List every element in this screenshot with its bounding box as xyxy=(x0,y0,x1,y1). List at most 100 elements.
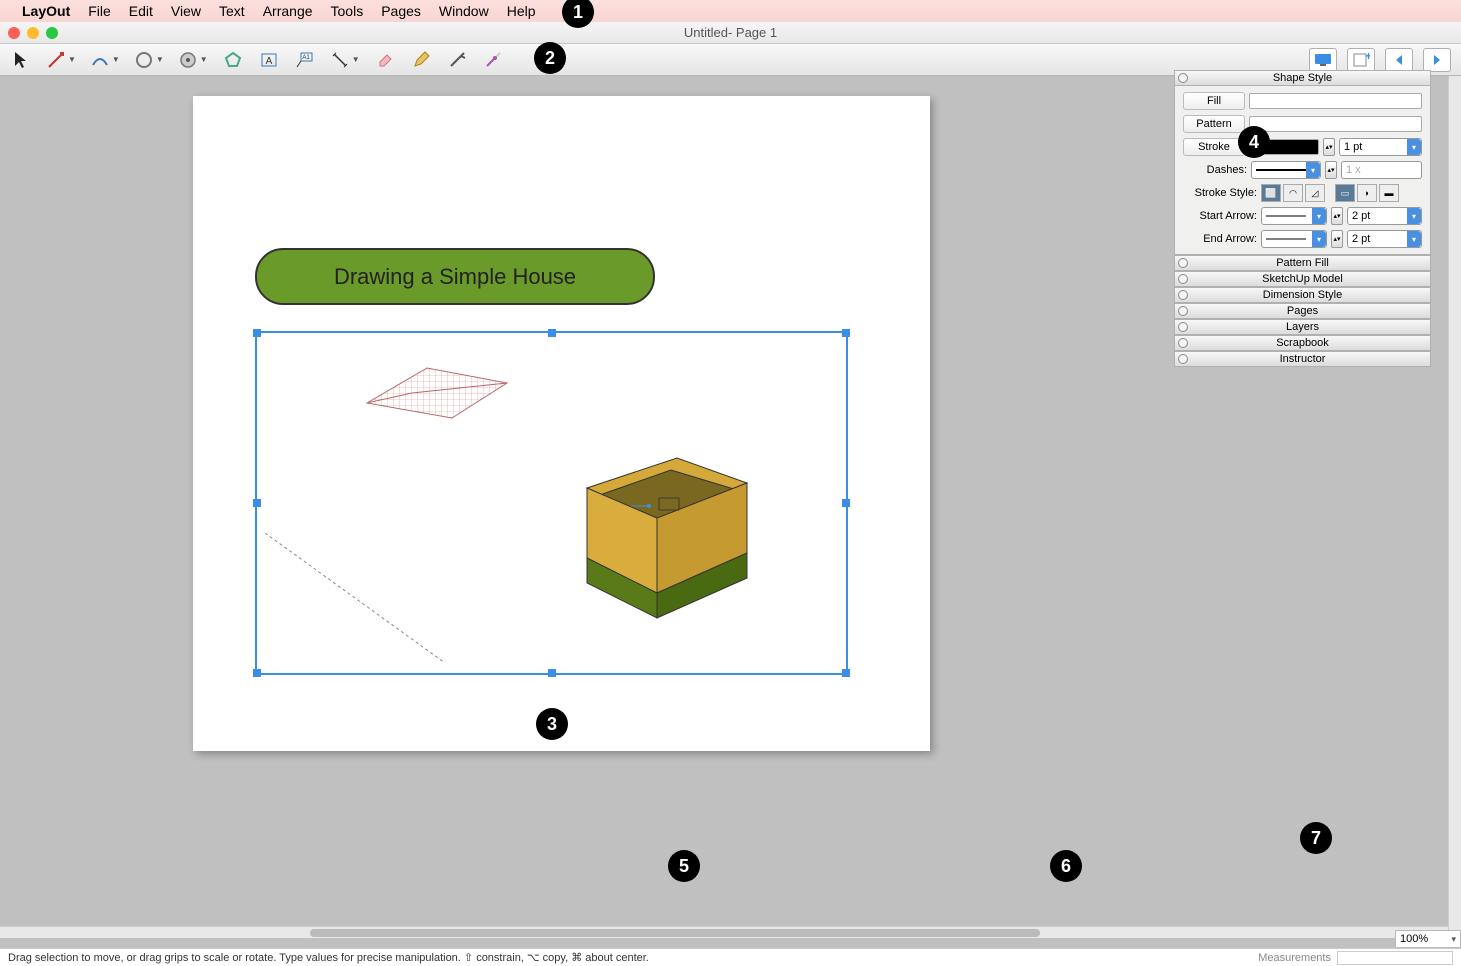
dashes-stepper[interactable]: ▴▾ xyxy=(1325,161,1337,179)
pattern-swatch[interactable] xyxy=(1249,116,1422,132)
window-titlebar: Untitled- Page 1 xyxy=(0,22,1461,44)
line-tool[interactable]: ▼ xyxy=(46,50,76,70)
end-arrow-size-select[interactable]: 2 pt▾ xyxy=(1347,230,1422,248)
grip-s[interactable] xyxy=(548,669,556,677)
dashes-mult-select[interactable]: 1 x xyxy=(1341,161,1422,179)
panel-collapse-icon[interactable] xyxy=(1178,290,1188,300)
fill-toggle[interactable]: Fill xyxy=(1183,92,1245,110)
status-bar: Drag selection to move, or drag grips to… xyxy=(0,948,1461,966)
horizontal-scrollbar[interactable] xyxy=(0,926,1448,938)
menu-help[interactable]: Help xyxy=(507,3,536,19)
start-arrow-select[interactable]: ▾ xyxy=(1261,207,1327,225)
cap-square-button[interactable]: ▬ xyxy=(1379,184,1399,202)
grip-se[interactable] xyxy=(842,669,850,677)
dimension-tool[interactable]: ▼ xyxy=(330,50,360,70)
panel-collapse-icon[interactable] xyxy=(1178,306,1188,316)
panel-layers[interactable]: Layers xyxy=(1174,319,1431,335)
panel-collapse-icon[interactable] xyxy=(1178,274,1188,284)
corner-round-button[interactable]: ◠ xyxy=(1283,184,1303,202)
panel-shape-style-header[interactable]: Shape Style xyxy=(1174,70,1431,86)
cap-round-button[interactable]: ◗ xyxy=(1357,184,1377,202)
menu-pages[interactable]: Pages xyxy=(381,3,421,19)
panel-collapse-icon[interactable] xyxy=(1178,258,1188,268)
menubar: LayOut File Edit View Text Arrange Tools… xyxy=(0,0,1461,22)
document-title-text: Drawing a Simple House xyxy=(334,264,576,290)
add-page-button[interactable]: + xyxy=(1347,48,1375,72)
model-roof xyxy=(357,363,512,423)
dashes-select[interactable]: ▾ xyxy=(1251,161,1321,179)
window-close-button[interactable] xyxy=(8,27,20,39)
measurements-input[interactable] xyxy=(1337,951,1453,965)
dashes-label: Dashes: xyxy=(1183,164,1247,176)
polygon-tool[interactable] xyxy=(222,49,244,71)
menu-view[interactable]: View xyxy=(171,3,201,19)
grip-e[interactable] xyxy=(842,499,850,507)
start-arrow-stepper[interactable]: ▴▾ xyxy=(1331,207,1343,225)
pencil-tool[interactable] xyxy=(410,49,432,71)
cap-flat-button[interactable]: ▭ xyxy=(1335,184,1355,202)
panel-collapse-icon[interactable] xyxy=(1178,338,1188,348)
document-page[interactable]: Drawing a Simple House xyxy=(193,96,930,751)
menu-edit[interactable]: Edit xyxy=(129,3,153,19)
menu-window[interactable]: Window xyxy=(439,3,489,19)
panel-pages[interactable]: Pages xyxy=(1174,303,1431,319)
svg-text:+: + xyxy=(1365,52,1370,63)
split-tool[interactable] xyxy=(446,49,468,71)
app-menu[interactable]: LayOut xyxy=(22,3,70,19)
presentation-button[interactable] xyxy=(1309,48,1337,72)
panel-collapse-icon[interactable] xyxy=(1178,354,1188,364)
grip-ne[interactable] xyxy=(842,329,850,337)
grip-nw[interactable] xyxy=(253,329,261,337)
callout-6: 6 xyxy=(1050,850,1082,882)
horizontal-scroll-thumb[interactable] xyxy=(310,929,1040,937)
label-tool[interactable]: A1 xyxy=(294,49,316,71)
callout-3: 3 xyxy=(536,708,568,740)
model-box xyxy=(567,448,757,623)
svg-text:A1: A1 xyxy=(302,55,310,61)
panel-collapse-icon[interactable] xyxy=(1178,73,1188,83)
end-arrow-label: End Arrow: xyxy=(1183,233,1257,245)
corner-miter-button[interactable]: ⬜ xyxy=(1261,184,1281,202)
panel-collapse-icon[interactable] xyxy=(1178,322,1188,332)
start-arrow-size-select[interactable]: 2 pt▾ xyxy=(1347,207,1422,225)
menu-tools[interactable]: Tools xyxy=(331,3,364,19)
panel-scrapbook[interactable]: Scrapbook xyxy=(1174,335,1431,351)
window-zoom-button[interactable] xyxy=(46,27,58,39)
panel-sketchup-model[interactable]: SketchUp Model xyxy=(1174,271,1431,287)
zoom-select[interactable]: 100% xyxy=(1395,930,1461,948)
menu-text[interactable]: Text xyxy=(219,3,245,19)
document-title-shape[interactable]: Drawing a Simple House xyxy=(255,248,655,305)
select-tool[interactable] xyxy=(10,49,32,71)
inspector-panels: Shape Style Fill Pattern Stroke ▴▾ 1 pt▾… xyxy=(1174,70,1431,367)
circle-tool[interactable]: ▼ xyxy=(134,50,164,70)
grip-sw[interactable] xyxy=(253,669,261,677)
panel-instructor[interactable]: Instructor xyxy=(1174,351,1431,367)
panel-dimension-style[interactable]: Dimension Style xyxy=(1174,287,1431,303)
pattern-toggle[interactable]: Pattern xyxy=(1183,115,1245,133)
circle-filled-tool[interactable]: ▼ xyxy=(178,50,208,70)
selection-bounds[interactable] xyxy=(255,331,848,675)
arc-tool[interactable]: ▼ xyxy=(90,50,120,70)
text-tool[interactable]: A xyxy=(258,49,280,71)
vertical-scrollbar[interactable] xyxy=(1448,76,1461,938)
next-page-button[interactable] xyxy=(1423,48,1451,72)
status-hint: Drag selection to move, or drag grips to… xyxy=(8,951,649,964)
stroke-size-select[interactable]: 1 pt▾ xyxy=(1339,138,1422,156)
menu-file[interactable]: File xyxy=(88,3,111,19)
panel-pattern-fill[interactable]: Pattern Fill xyxy=(1174,255,1431,271)
eraser-tool[interactable] xyxy=(374,49,396,71)
svg-text:A: A xyxy=(265,56,272,67)
fill-swatch[interactable] xyxy=(1249,93,1422,109)
corner-bevel-button[interactable]: ◿ xyxy=(1305,184,1325,202)
callout-4: 4 xyxy=(1238,126,1270,158)
join-tool[interactable] xyxy=(482,49,504,71)
grip-w[interactable] xyxy=(253,499,261,507)
end-arrow-select[interactable]: ▾ xyxy=(1261,230,1327,248)
window-minimize-button[interactable] xyxy=(27,27,39,39)
menu-arrange[interactable]: Arrange xyxy=(263,3,313,19)
end-arrow-stepper[interactable]: ▴▾ xyxy=(1331,230,1343,248)
stroke-stepper[interactable]: ▴▾ xyxy=(1323,138,1335,156)
prev-page-button[interactable] xyxy=(1385,48,1413,72)
stroke-toggle[interactable]: Stroke xyxy=(1183,138,1245,156)
grip-n[interactable] xyxy=(548,329,556,337)
